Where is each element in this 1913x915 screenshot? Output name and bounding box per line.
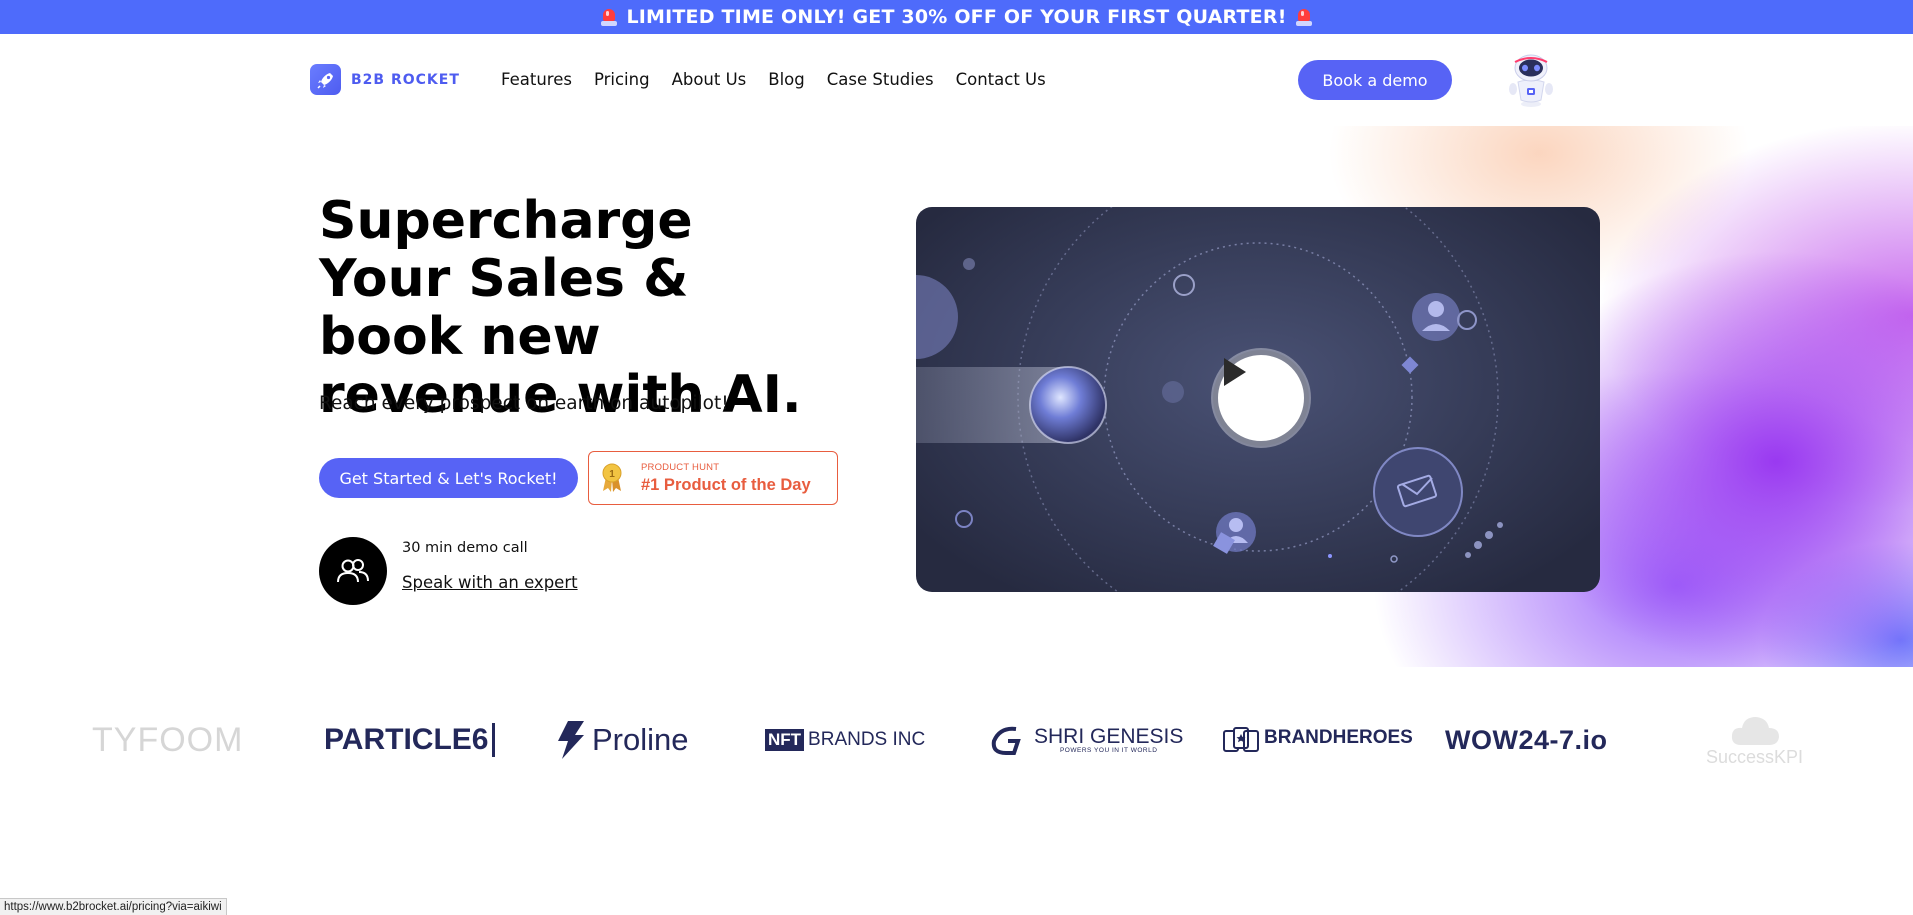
cloud-icon [1731, 716, 1779, 745]
logo-wordmark: B2B ROCKET [351, 71, 460, 88]
logo-wow247: WOW24-7.io [1445, 724, 1608, 755]
logo-brandheroes-tagline [1264, 747, 1413, 752]
logo-shri-tagline: POWERS YOU IN IT WORLD [1059, 746, 1158, 754]
nav-case-studies[interactable]: Case Studies [827, 70, 934, 89]
logo-successkpi-text: SuccessKPI [1706, 746, 1804, 767]
promo-banner[interactable]: LIMITED TIME ONLY! GET 30% OFF OF YOUR F… [0, 0, 1913, 34]
logo-shri-text: SHRI GENESIS [1034, 724, 1184, 748]
nav-contact-us[interactable]: Contact Us [956, 70, 1046, 89]
client-logos-strip: TYFOOM PARTICLE6 Proline NFT BRANDS INC … [0, 700, 1913, 780]
play-icon [1224, 358, 1246, 386]
logo-tyfoom: TYFOOM [92, 720, 244, 759]
main-nav: Features Pricing About Us Blog Case Stud… [501, 70, 1046, 89]
nav-pricing[interactable]: Pricing [594, 70, 650, 89]
speak-with-expert-link[interactable]: Speak with an expert [402, 573, 578, 592]
logo-brandheroes-text: BRANDHEROES [1264, 727, 1413, 748]
hero-video-player[interactable] [916, 207, 1600, 592]
badge-title: #1 Product of the Day [641, 476, 811, 494]
brandheroes-mark-icon [1223, 727, 1259, 752]
medal-number: 1 [609, 469, 615, 480]
nav-features[interactable]: Features [501, 70, 572, 89]
logo-proline-text: Proline [592, 722, 689, 757]
get-started-button[interactable]: Get Started & Let's Rocket! [319, 458, 578, 498]
hero-headline: Supercharge Your Sales & book new revenu… [319, 192, 839, 424]
logo-nft-brands: NFT BRANDS INC [765, 700, 925, 780]
users-icon[interactable] [319, 537, 387, 605]
logo-brands-text: BRANDS INC [808, 729, 926, 750]
product-hunt-badge[interactable]: 1 PRODUCT HUNT #1 Product of the Day [588, 451, 838, 505]
siren-icon [600, 7, 618, 27]
medal-icon: 1 [602, 463, 622, 492]
promo-text: LIMITED TIME ONLY! GET 30% OFF OF YOUR F… [626, 6, 1287, 28]
lightning-icon [558, 721, 584, 759]
logo-proline: Proline [556, 700, 689, 780]
browser-status-url: https://www.b2brocket.ai/pricing?via=aik… [0, 898, 227, 915]
book-demo-button[interactable]: Book a demo [1298, 60, 1452, 100]
logo-particle6: PARTICLE6 [324, 700, 496, 780]
badge-kicker: PRODUCT HUNT [641, 462, 720, 473]
robot-mascot-icon[interactable] [1500, 52, 1562, 110]
logo-particle6-text: PARTICLE6 [324, 723, 489, 756]
site-header: B2B ROCKET Features Pricing About Us Blo… [0, 34, 1913, 126]
brand-logo[interactable]: B2B ROCKET [310, 64, 460, 95]
logo-nft-tag: NFT [765, 729, 805, 751]
demo-call-caption: 30 min demo call [402, 540, 528, 556]
siren-icon [1295, 7, 1313, 27]
shri-genesis-mark-icon [991, 726, 1021, 755]
nav-blog[interactable]: Blog [768, 70, 804, 89]
logo-successkpi: SuccessKPI [1706, 700, 1803, 780]
logo-brandheroes: BRANDHEROES [1222, 700, 1413, 780]
rocket-icon [310, 64, 341, 95]
nav-about-us[interactable]: About Us [672, 70, 747, 89]
play-button[interactable] [1213, 350, 1309, 446]
logo-shri-genesis: SHRI GENESIS POWERS YOU IN IT WORLD [990, 700, 1183, 780]
hero-subhead: Reach every prospect on earth on autopil… [319, 393, 729, 414]
